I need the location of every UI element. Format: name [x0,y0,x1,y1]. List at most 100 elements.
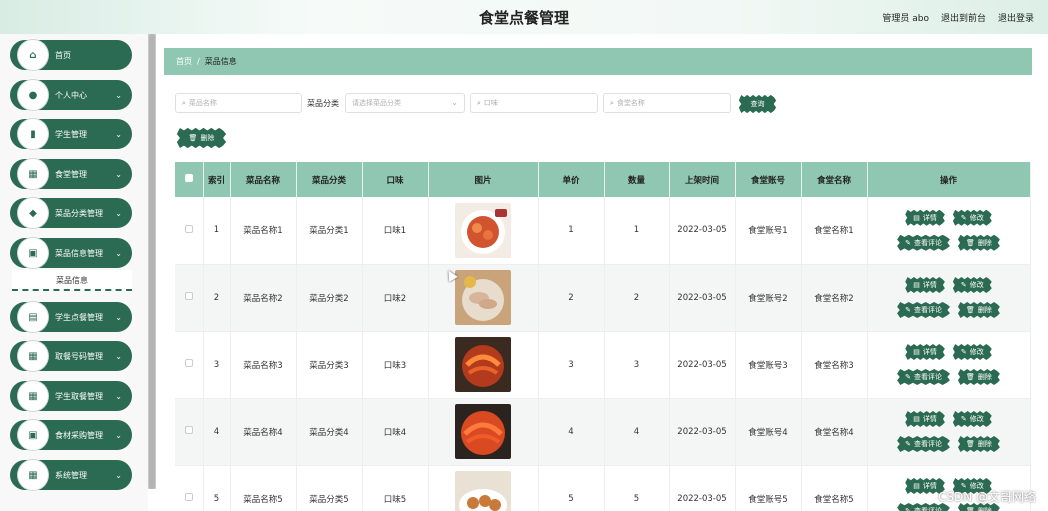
row-select[interactable] [175,465,204,511]
chart-icon: ▮ [20,121,46,147]
sidebar-scrollbar[interactable] [148,34,156,489]
chevron-down-icon: ⌄ [115,351,122,361]
cell-name: 菜品名称1 [230,197,297,265]
list-icon: ▤ [20,304,46,330]
grid-icon: ▦ [20,383,46,409]
cell-taste: 口味3 [362,331,429,399]
cell-account: 食堂账号5 [735,465,802,511]
batch-delete-button[interactable]: 🗑 删除 [177,128,226,148]
detail-button[interactable]: ▤ 详情 [905,277,945,293]
edit-icon: ✎ [905,440,911,448]
sidebar-item-4[interactable]: ◆ 菜品分类管理 ⌄ [10,198,132,228]
cell-image [428,331,539,399]
query-button[interactable]: 查询 [739,95,776,113]
sidebar-item-9[interactable]: ▣ 食材采购管理 ⌄ [10,420,132,450]
delete-button[interactable]: 🗑 删除 [957,369,1000,385]
header-name: 菜品名称 [230,162,297,197]
edit-button[interactable]: ✎ 修改 [952,344,992,360]
breadcrumb-separator: / [197,57,200,66]
header-taste: 口味 [362,162,429,197]
trash-icon: 🗑 [965,373,975,381]
edit-button[interactable]: ✎ 修改 [952,209,992,226]
sidebar-item-5[interactable]: ▣ 菜品信息管理 ⌄ [10,238,132,268]
row-checkbox[interactable] [184,224,193,233]
view-review-button[interactable]: ✎ 查看评论 [897,436,950,452]
table-header-row: 索引 菜品名称 菜品分类 口味 图片 单价 数量 上架时间 食堂账号 食堂名称 … [175,162,1031,197]
cell-image [428,197,539,265]
back-to-front-link[interactable]: 退出到前台 [941,11,986,24]
row-checkbox[interactable] [184,493,193,501]
sidebar-item-10[interactable]: ▦ 系统管理 ⌄ [10,460,132,490]
cell-account: 食堂账号2 [735,264,802,332]
cell-ops: ▤ 详情 ✎ 修改 ✎ 查看评论 🗑 删除 [867,331,1031,399]
sidebar-item-6[interactable]: ▤ 学生点餐管理 ⌄ [10,302,132,332]
edit-icon: ✎ [960,348,967,356]
chevron-down-icon: ⌄ [451,98,458,107]
detail-button[interactable]: ▤ 详情 [905,344,945,360]
cell-price: 1 [538,197,605,265]
select-all-checkbox[interactable] [184,174,193,182]
dish-table: 索引 菜品名称 菜品分类 口味 图片 单价 数量 上架时间 食堂账号 食堂名称 … [175,162,1031,511]
user-icon: ● [20,82,46,108]
chevron-down-icon: ⌄ [115,470,122,480]
sidebar-item-3[interactable]: ▦ 食堂管理 ⌄ [10,159,132,189]
sidebar-item-8[interactable]: ▦ 学生取餐管理 ⌄ [10,381,132,411]
trash-icon: 🗑 [965,440,975,448]
sidebar-item-label: 取餐号码管理 [55,351,103,361]
sidebar-item-0[interactable]: ⌂ 首页 [10,40,132,70]
cell-index: 5 [203,465,231,511]
cell-index: 3 [203,331,231,399]
chevron-down-icon: ⌄ [115,208,122,218]
chevron-down-icon: ⌄ [115,169,122,179]
cell-qty: 1 [604,197,670,265]
row-select[interactable] [175,264,204,332]
view-review-button[interactable]: ✎ 查看评论 [897,369,950,385]
row-checkbox[interactable] [184,292,193,300]
view-review-button[interactable]: ✎ 查看评论 [897,234,950,251]
detail-button[interactable]: ▤ 详情 [905,209,945,226]
header-image: 图片 [428,162,539,197]
cell-index: 2 [203,264,231,332]
chevron-down-icon: ⌄ [115,129,122,139]
cell-canteen: 食堂名称3 [801,331,868,399]
detail-button[interactable]: ▤ 详情 [905,411,945,427]
row-select[interactable] [175,398,204,466]
chevron-down-icon: ⌄ [115,248,122,258]
cell-canteen: 食堂名称1 [801,197,868,265]
detail-icon: ▤ [913,415,920,423]
cell-price: 3 [538,331,605,399]
canteen-name-input[interactable]: ⌕ 食堂名称 [603,93,731,113]
submenu-item-dish-info[interactable]: 菜品信息 [12,270,132,290]
row-checkbox[interactable] [184,426,193,434]
sidebar-item-2[interactable]: ▮ 学生管理 ⌄ [10,119,132,149]
delete-button[interactable]: 🗑 删除 [957,234,1000,251]
edit-icon: ✎ [905,306,911,314]
sidebar-item-label: 食材采购管理 [55,430,103,440]
breadcrumb-home[interactable]: 首页 [176,56,192,67]
sidebar-item-1[interactable]: ● 个人中心 ⌄ [10,80,132,110]
view-review-button[interactable]: ✎ 查看评论 [897,302,950,318]
cell-price: 2 [538,264,605,332]
row-checkbox[interactable] [184,359,193,367]
scrollbar-thumb[interactable] [149,34,155,489]
watermark: CSDN @文哥网络 [937,490,1036,504]
delete-button[interactable]: 🗑 删除 [957,302,1000,318]
dish-name-input[interactable]: ⌕ 菜品名称 [175,93,302,113]
header-select-all[interactable] [175,162,204,197]
delete-button[interactable]: 🗑 删除 [957,436,1000,452]
logout-link[interactable]: 退出登录 [998,11,1034,24]
edit-button[interactable]: ✎ 修改 [952,411,992,427]
category-select[interactable]: 请选择菜品分类 ⌄ [345,93,465,113]
detail-icon: ▤ [913,281,920,289]
taste-input[interactable]: ⌕ 口味 [470,93,598,113]
edit-button[interactable]: ✎ 修改 [952,277,992,293]
dish-image [455,404,511,459]
grid-icon: ▦ [20,462,46,488]
sidebar-item-7[interactable]: ▦ 取餐号码管理 ⌄ [10,341,132,371]
sidebar-item-label: 菜品分类管理 [55,208,103,218]
trash-icon: 🗑 [188,134,198,142]
grid-icon: ▦ [20,343,46,369]
cell-account: 食堂账号4 [735,398,802,466]
row-select[interactable] [175,331,204,399]
row-select[interactable] [175,197,204,265]
